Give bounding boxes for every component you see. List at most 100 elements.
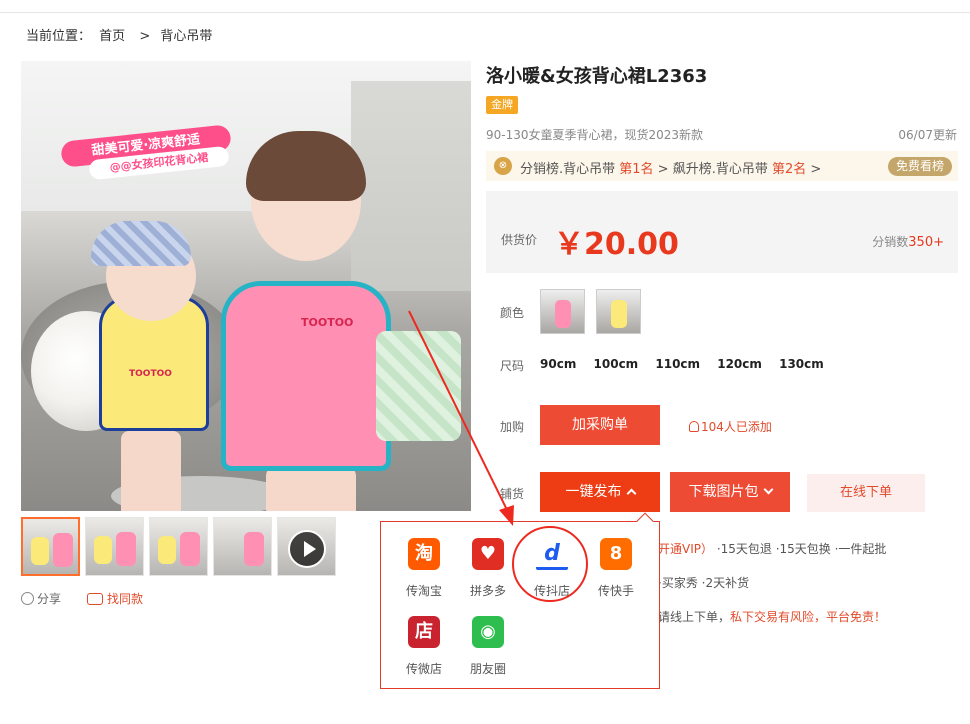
person-icon xyxy=(689,421,699,432)
image-girl-yellow-hat xyxy=(91,221,191,266)
color-swatch-pink[interactable] xyxy=(540,289,585,334)
free-rank-button[interactable]: 免费看榜 xyxy=(887,157,952,176)
add-to-cart-button[interactable]: 加采购单 xyxy=(540,405,660,445)
share-button[interactable]: 分享 xyxy=(21,590,61,607)
service-line3-warning: 私下交易有风险，平台免责！ xyxy=(730,610,887,624)
video-thumbnail[interactable] xyxy=(277,517,336,576)
price-box: 供货价 ￥20.00 分销数350+ xyxy=(486,191,958,273)
thumbnail-kid-pink xyxy=(180,532,200,566)
top-divider xyxy=(0,12,970,13)
moments-icon: ◉ xyxy=(472,616,504,648)
breadcrumb-home-link[interactable]: 首页 xyxy=(99,29,125,44)
find-same-button[interactable]: 找同款 xyxy=(87,590,143,607)
service-line3: 请线上下单，私下交易有风险，平台免责！ xyxy=(658,608,886,625)
product-subtitle: 90-130女童夏季背心裙，现货2023新款 xyxy=(486,128,704,142)
thumbnail[interactable] xyxy=(21,517,80,576)
service-line1-text: ·15天包退 ·15天包换 ·一件起批 xyxy=(713,542,887,556)
kuaishou-icon: 8 xyxy=(600,538,632,570)
pinduoduo-icon: ♥ xyxy=(472,538,504,570)
download-images-button[interactable]: 下载图片包 xyxy=(670,472,790,512)
taobao-icon: 淘 xyxy=(408,538,440,570)
download-label: 下载图片包 xyxy=(688,484,759,500)
rank-part1: 分销榜.背心吊带 xyxy=(520,162,620,177)
thumbnail-kid-pink xyxy=(53,533,73,567)
breadcrumb: 当前位置： 首页 > 背心吊带 xyxy=(26,25,216,44)
size-option[interactable]: 130cm xyxy=(779,357,824,371)
publish-taobao-option[interactable]: 淘 传淘宝 xyxy=(399,538,449,599)
size-options: 90cm 100cm 110cm 120cm 130cm xyxy=(540,357,837,371)
rank-part3: > xyxy=(806,162,822,177)
thumbnail[interactable] xyxy=(85,517,144,576)
vip-link[interactable]: 开通VIP） xyxy=(658,542,713,556)
sales-label: 分销数 xyxy=(872,235,909,249)
camera-icon xyxy=(87,593,103,605)
rank-part2: > 飙升榜.背心吊带 xyxy=(653,162,772,177)
gold-badge: 金牌 xyxy=(486,96,518,114)
thumbnail[interactable] xyxy=(149,517,208,576)
color-swatch-yellow[interactable] xyxy=(596,289,641,334)
highlight-circle xyxy=(512,526,588,602)
thumbnail-kid-yellow xyxy=(94,536,112,564)
thumbnail-kid-yellow xyxy=(158,536,176,564)
moments-label: 朋友圈 xyxy=(469,662,506,676)
share-icon xyxy=(21,592,34,605)
thumbnail[interactable] xyxy=(213,517,272,576)
product-page: 当前位置： 首页 > 背心吊带 甜美可爱·凉爽舒适 @@女孩印花背心裙 TOOT… xyxy=(0,0,970,724)
publish-pinduoduo-option[interactable]: ♥ 拼多多 xyxy=(463,538,513,599)
main-product-image[interactable]: 甜美可爱·凉爽舒适 @@女孩印花背心裙 TOOTOO TOOTOO xyxy=(21,61,471,511)
chevron-down-icon xyxy=(763,484,773,495)
image-print-text: TOOTOO xyxy=(301,316,354,329)
breadcrumb-current-link[interactable]: 背心吊带 xyxy=(160,29,212,44)
thumbnail-kid-pink xyxy=(244,532,264,566)
share-label: 分享 xyxy=(37,592,62,606)
weidian-icon: 店 xyxy=(408,616,440,648)
medal-icon: ⊗ xyxy=(494,157,512,175)
size-option[interactable]: 120cm xyxy=(717,357,762,371)
chevron-up-icon xyxy=(626,488,636,499)
breadcrumb-separator: > xyxy=(139,29,151,44)
size-option[interactable]: 90cm xyxy=(540,357,576,371)
price-label: 供货价 xyxy=(501,233,538,247)
image-print-text-small: TOOTOO xyxy=(129,369,172,379)
one-click-publish-button[interactable]: 一键发布 xyxy=(540,472,660,512)
publish-label: 一键发布 xyxy=(565,484,622,500)
rank2: 第2名 xyxy=(771,162,807,177)
product-title: 洛小暖&女孩背心裙L2363 xyxy=(486,66,708,87)
price-value: ￥20.00 xyxy=(554,227,679,262)
online-order-button[interactable]: 在线下单 xyxy=(807,474,925,512)
taobao-label: 传淘宝 xyxy=(405,584,442,598)
added-count: 104人已添加 xyxy=(689,418,772,435)
publish-kuaishou-option[interactable]: 8 传快手 xyxy=(591,538,641,599)
image-girl-pink-legs xyxy=(266,466,356,511)
sales-value: 350+ xyxy=(908,235,944,250)
added-count-text: 104人已添加 xyxy=(701,420,772,434)
service-line3-text: 请线上下单， xyxy=(658,610,731,624)
image-girl-yellow-legs xyxy=(121,431,181,511)
kuaishou-label: 传快手 xyxy=(597,584,634,598)
pinduoduo-label: 拼多多 xyxy=(469,584,506,598)
rank-bar[interactable]: ⊗ 分销榜.背心吊带 第1名 > 飙升榜.背心吊带 第2名 > 免费看榜 xyxy=(486,151,958,181)
image-shelf xyxy=(351,81,471,291)
thumbnail-kid-pink xyxy=(116,532,136,566)
sales-count: 分销数350+ xyxy=(872,233,944,250)
publish-weidian-option[interactable]: 店 传微店 xyxy=(399,616,449,677)
stock-label: 铺货 xyxy=(500,487,525,501)
swatch-kid-yellow xyxy=(611,300,627,328)
color-label: 颜色 xyxy=(500,306,525,320)
find-same-label: 找同款 xyxy=(107,592,144,606)
publish-moments-option[interactable]: ◉ 朋友圈 xyxy=(463,616,513,677)
rank1: 第1名 xyxy=(619,162,654,177)
dropdown-caret xyxy=(636,512,654,530)
cart-label: 加购 xyxy=(500,420,525,434)
update-date: 06/07更新 xyxy=(898,128,957,142)
size-option[interactable]: 100cm xyxy=(594,357,639,371)
image-girl-pink-dress xyxy=(221,281,391,471)
swatch-kid-pink xyxy=(555,300,571,328)
thumbnail-kid-yellow xyxy=(31,537,49,565)
weidian-label: 传微店 xyxy=(405,662,442,676)
rank-text: 分销榜.背心吊带 第1名 > 飙升榜.背心吊带 第2名 > xyxy=(520,158,821,177)
play-icon xyxy=(288,530,326,568)
service-line1: 开通VIP） ·15天包退 ·15天包换 ·一件起批 xyxy=(658,540,886,557)
image-woven-bag xyxy=(376,331,461,441)
size-option[interactable]: 110cm xyxy=(655,357,700,371)
